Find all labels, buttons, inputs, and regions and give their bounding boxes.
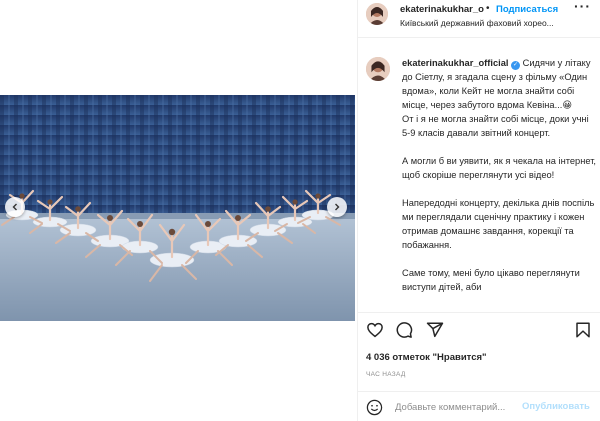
likes-count[interactable]: 4 036 отметок "Нравится" [366, 352, 487, 363]
caption-text: ekaterinakukhar_official ✓ Сидячи у літа… [402, 56, 597, 308]
emoji-icon[interactable] [366, 399, 383, 416]
comment-input[interactable] [395, 400, 540, 414]
verified-badge-icon: ✓ [511, 61, 521, 70]
add-comment-bar: Опубликовать [358, 391, 600, 421]
action-bar [358, 312, 600, 348]
chevron-right-icon[interactable] [327, 197, 347, 217]
follow-button[interactable]: Подписаться [496, 4, 558, 15]
post-side-panel: ekaterinakukhar_o • Подписаться ··· Київ… [358, 0, 600, 421]
bookmark-icon[interactable] [574, 321, 592, 339]
post-media [0, 0, 357, 421]
caption-paragraph-4: Напередодні концерту, декілька днів посп… [402, 198, 595, 250]
heart-icon[interactable] [366, 321, 384, 339]
avatar[interactable] [366, 3, 388, 25]
more-icon[interactable]: ··· [574, 0, 591, 14]
caption-paragraph: ekaterinakukhar_official ✓ Сидячи у літа… [402, 56, 597, 140]
avatar[interactable] [366, 57, 390, 81]
instagram-post: ekaterinakukhar_o • Подписаться ··· Київ… [0, 0, 600, 421]
post-timestamp[interactable]: ЧАС НАЗАД [366, 371, 406, 378]
caption-paragraph-3: А могли б ви уявити, як я чекала на інте… [402, 156, 597, 180]
caption-paragraph-5: Саме тому, мені було цікаво переглянути … [402, 268, 580, 292]
caption-username[interactable]: ekaterinakukhar_official [402, 58, 508, 68]
comment-icon[interactable] [395, 321, 413, 339]
header-separator: • [486, 3, 490, 14]
chevron-left-icon[interactable] [5, 197, 25, 217]
share-icon[interactable] [426, 321, 444, 339]
header-username[interactable]: ekaterinakukhar_o [400, 4, 484, 15]
publish-button[interactable]: Опубликовать [522, 401, 590, 412]
post-header: ekaterinakukhar_o • Подписаться ··· Київ… [358, 0, 600, 38]
caption-area: ekaterinakukhar_official ✓ Сидячи у літа… [358, 38, 600, 312]
caption-paragraph-2: От і я не могла знайти собі місце, доки … [402, 114, 589, 138]
ballet-photo[interactable] [0, 95, 355, 321]
location-link[interactable]: Київський державний фаховий хорео... [400, 18, 595, 28]
